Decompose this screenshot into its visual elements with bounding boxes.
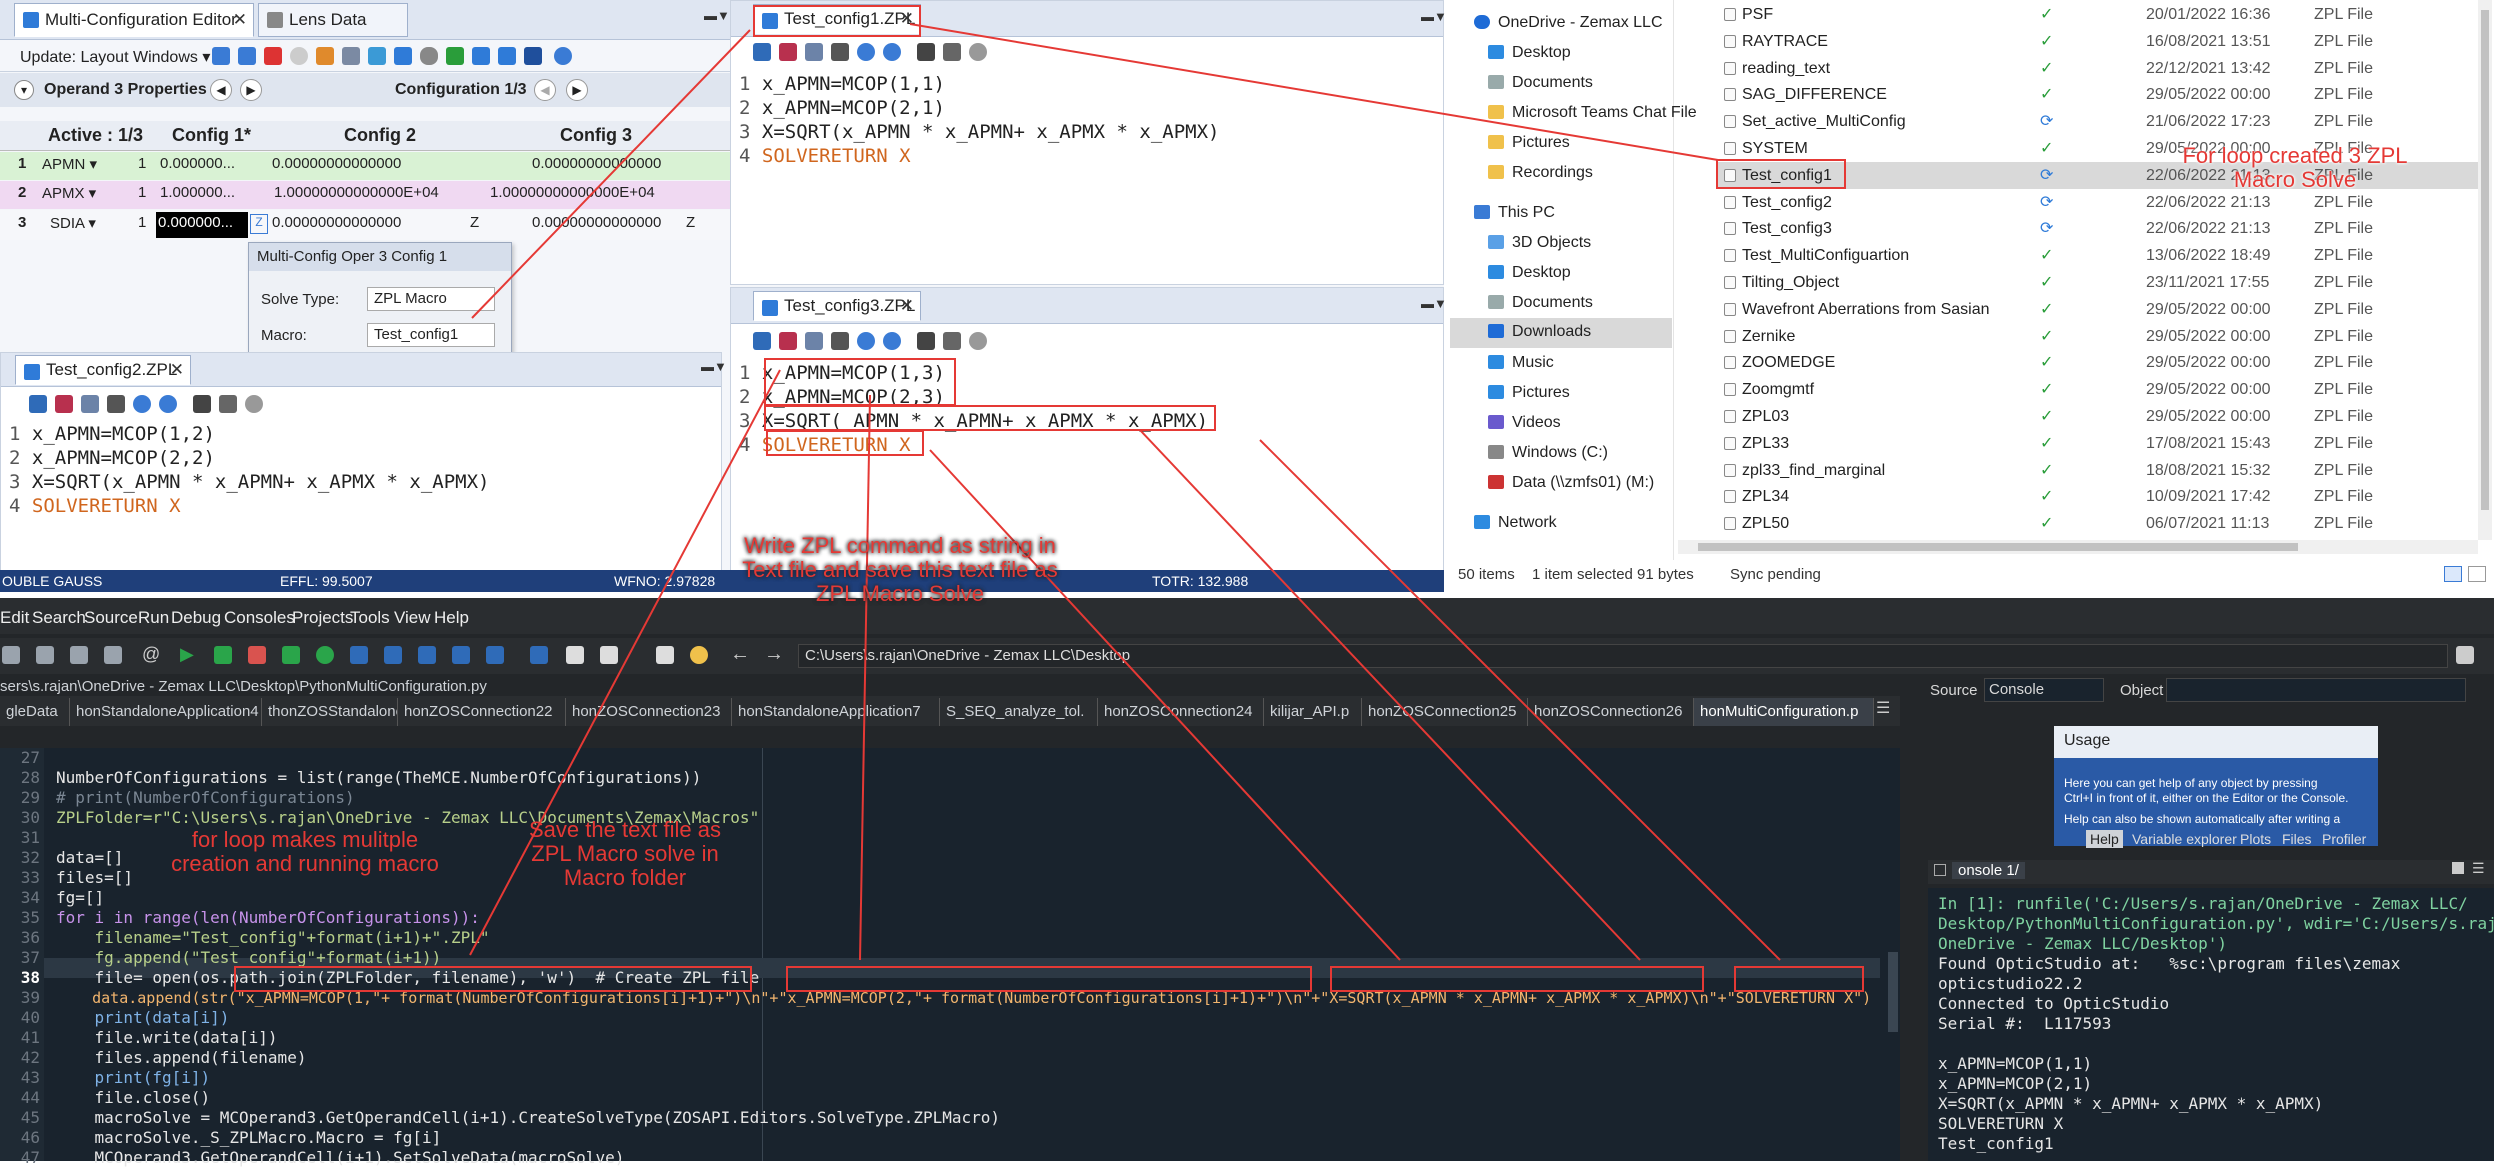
annotation-line xyxy=(1259,439,1781,961)
highlight-box xyxy=(764,405,1216,431)
annotation-line xyxy=(909,23,1719,161)
annotation-line xyxy=(1139,429,1641,961)
annotation-write-zpl: Write ZPL command as string in Text file… xyxy=(742,533,1058,606)
highlight-box xyxy=(1734,966,1864,992)
highlight-box xyxy=(1330,966,1704,992)
annotation-line xyxy=(471,29,751,319)
highlight-box xyxy=(786,966,1312,992)
annotation-for-loop-zpl: For loop created 3 ZPL Macro Solve xyxy=(2182,143,2408,192)
highlight-box xyxy=(1716,159,1846,189)
highlight-box xyxy=(234,966,752,992)
annotation-line xyxy=(859,394,871,961)
annotation-save-text: Save the text file as ZPL Macro solve in… xyxy=(529,817,721,890)
highlight-box xyxy=(764,358,956,406)
annotation-for-loop-macro: for loop makes mulitple creation and run… xyxy=(171,827,439,876)
annotation-line xyxy=(929,449,1401,961)
highlight-box xyxy=(766,430,924,456)
highlight-box xyxy=(753,5,921,37)
